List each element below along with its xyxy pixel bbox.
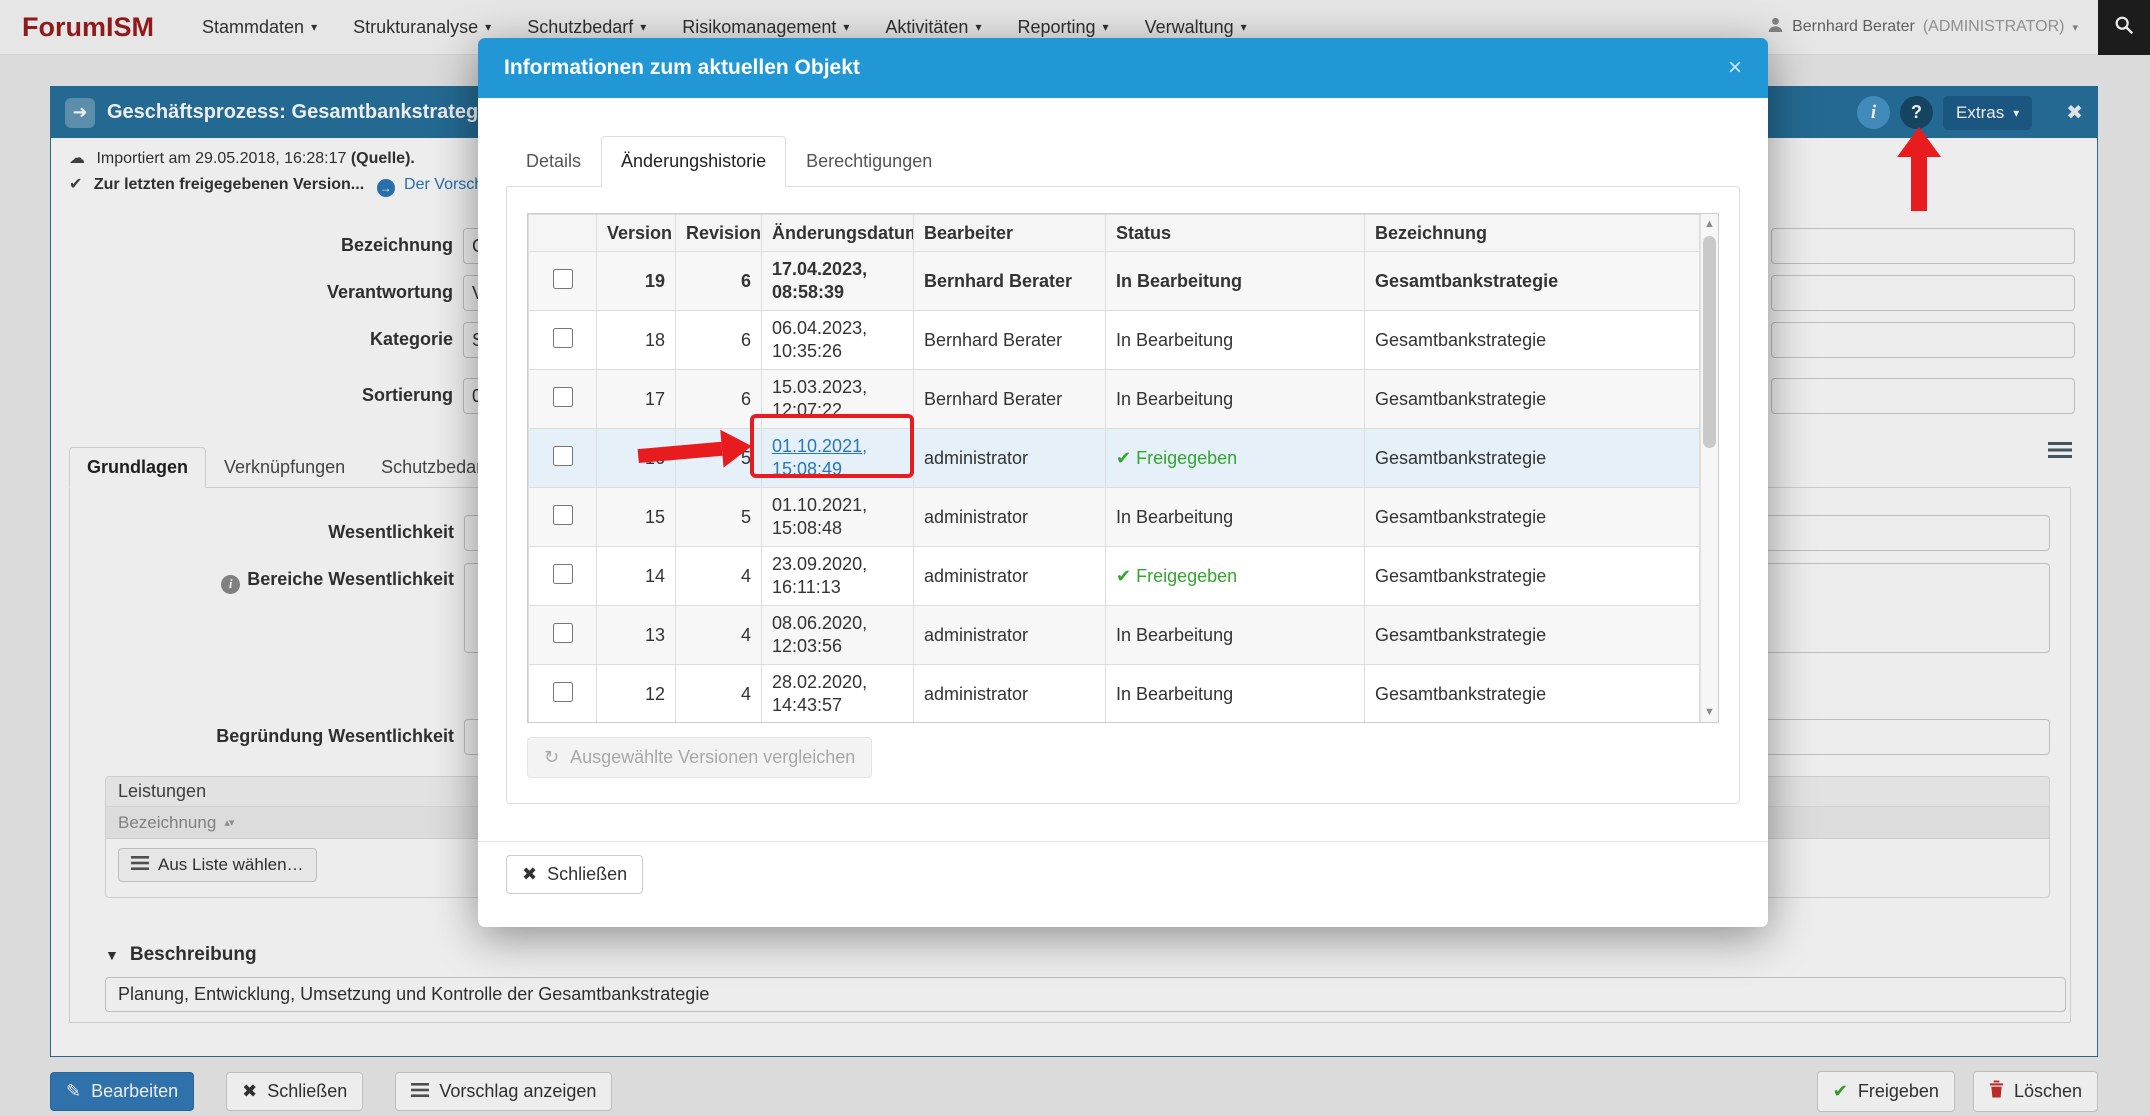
- column-header: Version: [596, 214, 676, 252]
- table-row: 18 6 06.04.2023, 10:35:26 Bernhard Berater In…: [528, 310, 1700, 370]
- table-row: 13 4 08.06.2020, 12:03:56 administrator In Be…: [528, 605, 1700, 665]
- column-header: Änderungsdatum: [761, 214, 914, 252]
- column-header: Bearbeiter: [913, 214, 1106, 252]
- table-row: 17 6 15.03.2023, 12:07:22 Bernhard Berater In…: [528, 369, 1700, 429]
- table-cell: [528, 251, 597, 311]
- vertical-scrollbar[interactable]: ▲ ▼: [1700, 214, 1718, 722]
- table-row: 19 6 17.04.2023, 08:58:39 Bernhard Berater In…: [528, 251, 1700, 311]
- table-cell: 01.10.2021, 15:08:48: [761, 487, 914, 547]
- table-cell: 17: [596, 369, 676, 429]
- table-cell: [528, 428, 597, 488]
- modal-tab-3[interactable]: Berechtigungen: [786, 136, 952, 187]
- table-cell: In Bearbeitung: [1105, 664, 1365, 722]
- table-cell: 17.04.2023, 08:58:39: [761, 251, 914, 311]
- table-cell: [528, 664, 597, 722]
- annotation-arrow-up: [1897, 127, 1941, 213]
- table-cell: In Bearbeitung: [1105, 369, 1365, 429]
- table-row: 14 4 23.09.2020, 16:11:13 administrator ✔ Frei…: [528, 546, 1700, 606]
- table-cell: 5: [675, 487, 762, 547]
- table-cell: 14: [596, 546, 676, 606]
- table-cell: 6: [675, 251, 762, 311]
- table-cell: Bernhard Berater: [913, 310, 1106, 370]
- table-cell: 6: [675, 310, 762, 370]
- table-cell: In Bearbeitung: [1105, 487, 1365, 547]
- row-checkbox[interactable]: [552, 622, 573, 643]
- table-header-row: Version Revision Änderungsdatum Bearbeiter S…: [528, 214, 1700, 252]
- table-cell: administrator: [913, 605, 1106, 665]
- table-cell: 15: [596, 487, 676, 547]
- table-cell: 06.04.2023, 10:35:26: [761, 310, 914, 370]
- modal-close-button[interactable]: ✖ Schließen: [506, 855, 644, 894]
- column-header: Revision: [675, 214, 762, 252]
- modal-title: Informationen zum aktuellen Objekt: [504, 56, 860, 79]
- table-cell: ✔ Freigegeben: [1105, 546, 1365, 606]
- modal-tabs: Details Änderungshistorie Berechtigungen: [506, 136, 1740, 187]
- table-cell: Gesamtbankstrategie: [1364, 546, 1700, 606]
- table-cell: 4: [675, 664, 762, 722]
- row-checkbox[interactable]: [552, 268, 573, 289]
- table-cell: 19: [596, 251, 676, 311]
- info-modal: Informationen zum aktuellen Objekt × Det…: [478, 38, 1768, 927]
- table-cell: [528, 487, 597, 547]
- table-cell: administrator: [913, 546, 1106, 606]
- table-cell: Gesamtbankstrategie: [1364, 664, 1700, 722]
- table-cell: In Bearbeitung: [1105, 251, 1365, 311]
- table-cell: 12: [596, 664, 676, 722]
- table-cell: [528, 369, 597, 429]
- table-cell: 08.06.2020, 12:03:56: [761, 605, 914, 665]
- table-cell: 28.02.2020, 14:43:57: [761, 664, 914, 722]
- table-cell: [528, 310, 597, 370]
- row-checkbox[interactable]: [552, 504, 573, 525]
- scrollbar-thumb[interactable]: [1703, 236, 1716, 448]
- table-cell: Bernhard Berater: [913, 369, 1106, 429]
- check-icon: ✔: [1116, 447, 1132, 468]
- row-checkbox[interactable]: [552, 327, 573, 348]
- table-cell: [528, 605, 597, 665]
- table-cell: 4: [675, 546, 762, 606]
- table-cell: administrator: [913, 664, 1106, 722]
- modal-tab-1[interactable]: Details: [506, 136, 601, 187]
- table-cell: Gesamtbankstrategie: [1364, 251, 1700, 311]
- table-cell: 18: [596, 310, 676, 370]
- close-icon[interactable]: ×: [1728, 56, 1742, 80]
- table-cell: 13: [596, 605, 676, 665]
- table-cell: 6: [675, 369, 762, 429]
- table-cell: Gesamtbankstrategie: [1364, 605, 1700, 665]
- table-cell: 4: [675, 605, 762, 665]
- table-cell: administrator: [913, 487, 1106, 547]
- annotation-highlight-box: [750, 414, 914, 478]
- column-header: [528, 214, 597, 252]
- close-icon: ✖: [522, 864, 538, 884]
- table-cell: Bernhard Berater: [913, 251, 1106, 311]
- row-checkbox[interactable]: [552, 386, 573, 407]
- refresh-icon: ↻: [544, 747, 560, 767]
- column-header: Bezeichnung: [1364, 214, 1700, 252]
- row-checkbox[interactable]: [552, 445, 573, 466]
- check-icon: ✔: [1116, 565, 1132, 586]
- table-cell: ✔ Freigegeben: [1105, 428, 1365, 488]
- column-header: Status: [1105, 214, 1365, 252]
- table-cell: Gesamtbankstrategie: [1364, 369, 1700, 429]
- modal-tab-content: Version Revision Änderungsdatum Bearbeiter S…: [506, 186, 1740, 804]
- table-cell: Gesamtbankstrategie: [1364, 428, 1700, 488]
- table-row: 12 4 28.02.2020, 14:43:57 administrator In Be…: [528, 664, 1700, 722]
- scroll-up-icon[interactable]: ▲: [1701, 218, 1718, 230]
- scroll-down-icon[interactable]: ▼: [1701, 706, 1718, 718]
- table-cell: Gesamtbankstrategie: [1364, 310, 1700, 370]
- modal-header: Informationen zum aktuellen Objekt ×: [478, 38, 1768, 98]
- row-checkbox[interactable]: [552, 681, 573, 702]
- table-cell: Gesamtbankstrategie: [1364, 487, 1700, 547]
- table-cell: 23.09.2020, 16:11:13: [761, 546, 914, 606]
- table-cell: administrator: [913, 428, 1106, 488]
- modal-tab-2[interactable]: Änderungshistorie: [601, 136, 787, 187]
- row-checkbox[interactable]: [552, 563, 573, 584]
- compare-versions-button[interactable]: ↻ Ausgewählte Versionen vergleichen: [527, 737, 873, 778]
- table-cell: In Bearbeitung: [1105, 605, 1365, 665]
- table-cell: In Bearbeitung: [1105, 310, 1365, 370]
- table-cell: [528, 546, 597, 606]
- modal-footer: ✖ Schließen: [478, 841, 1768, 894]
- table-row: 15 5 01.10.2021, 15:08:48 administrator In Be…: [528, 487, 1700, 547]
